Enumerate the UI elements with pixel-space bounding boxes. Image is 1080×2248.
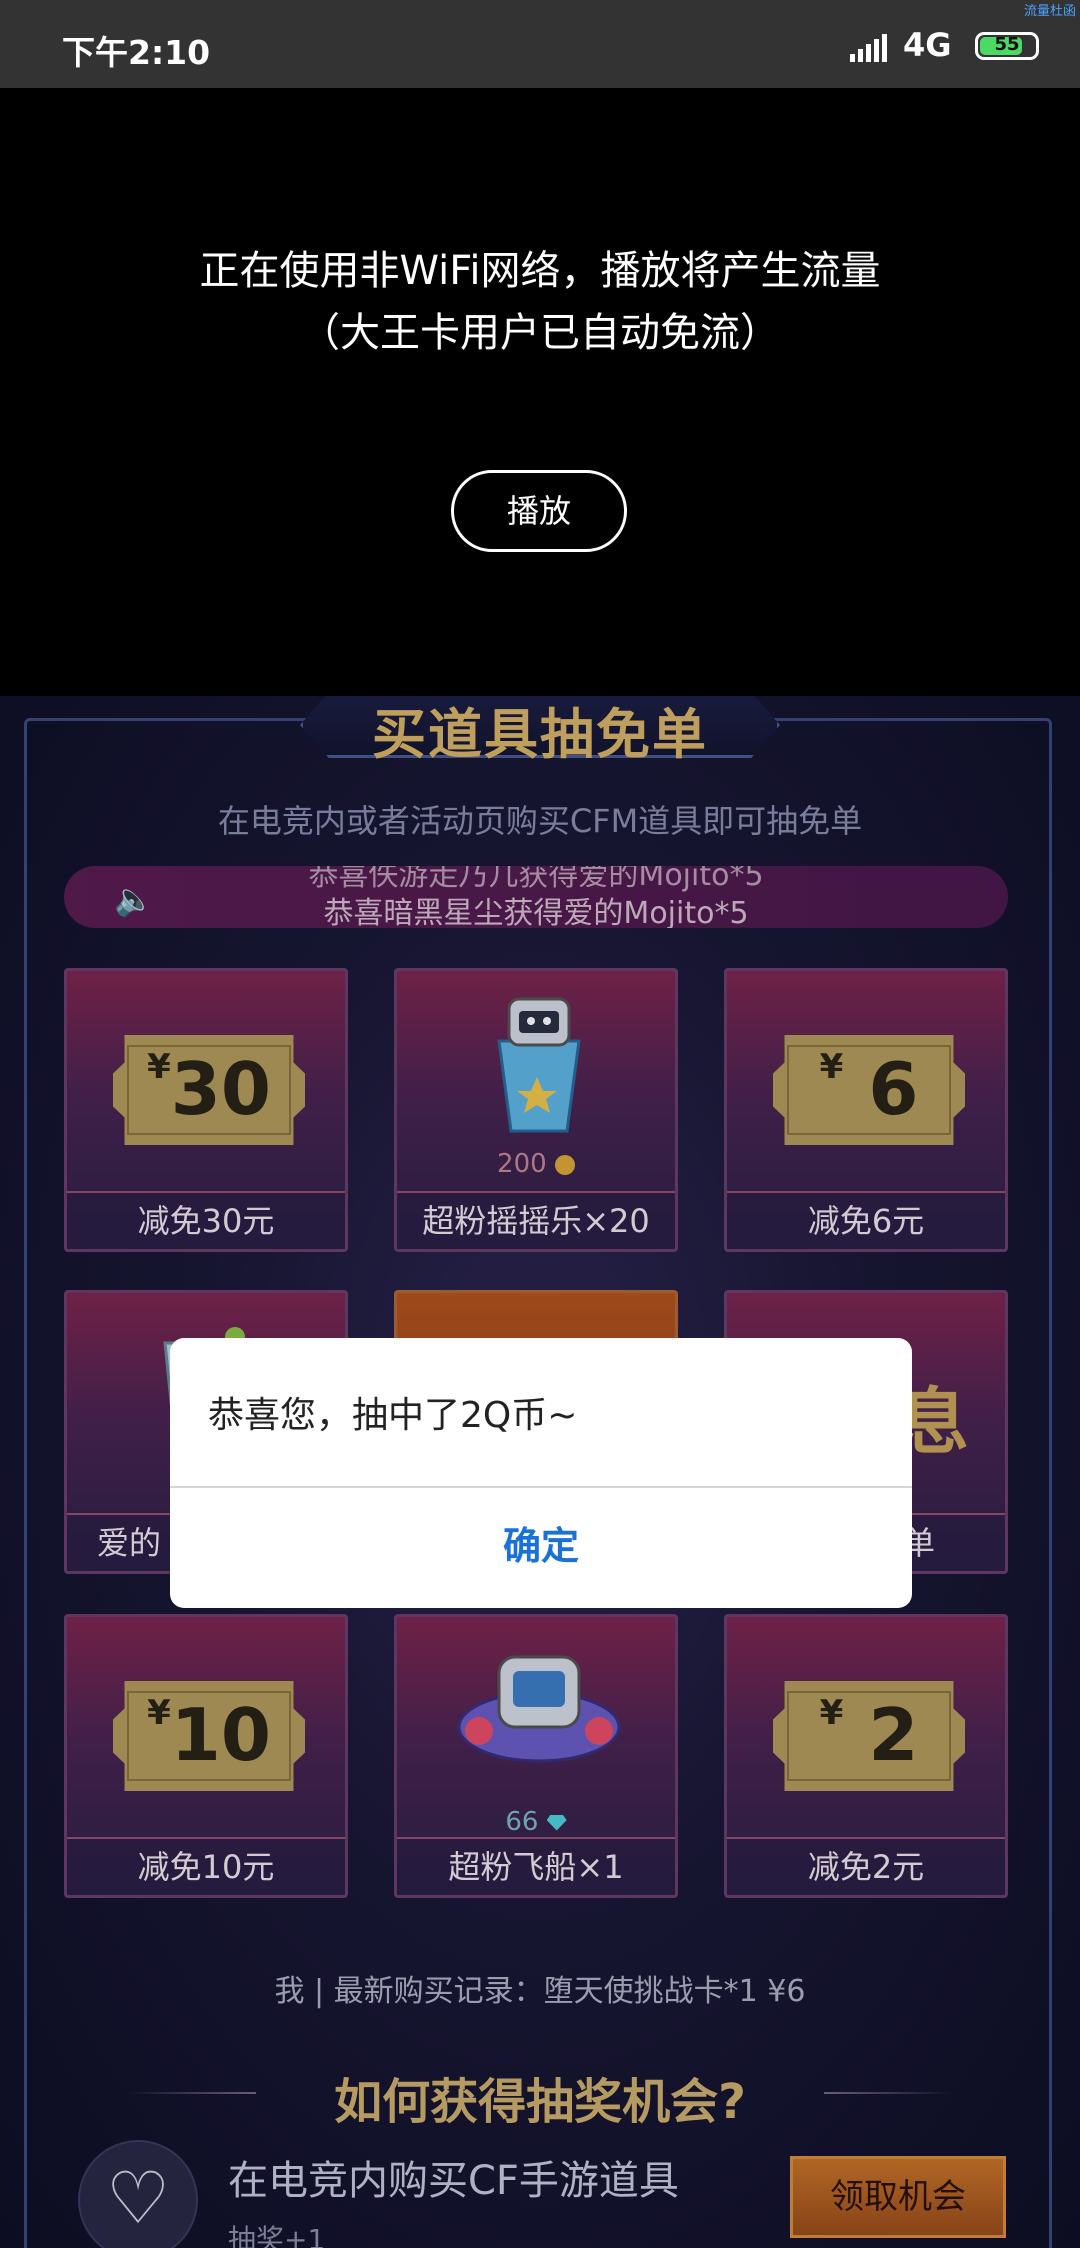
- confirm-button[interactable]: 确定: [170, 1488, 912, 1608]
- play-button[interactable]: 播放: [451, 470, 627, 552]
- status-bar: 下午2:10 4G 55 流量杜函: [0, 0, 1080, 88]
- network-type: 4G: [903, 26, 952, 64]
- battery-level: 55: [994, 34, 1020, 55]
- video-player: 正在使用非WiFi网络，播放将产生流量 （大王卡用户已自动免流） 播放: [0, 88, 1080, 696]
- network-notice-line1: 正在使用非WiFi网络，播放将产生流量: [199, 248, 881, 294]
- status-time: 下午2:10: [62, 33, 211, 72]
- battery-icon: 55: [975, 32, 1039, 60]
- signal-icon: [850, 34, 887, 62]
- prize-dialog: 恭喜您，抽中了2Q币~ 确定: [170, 1338, 912, 1608]
- corner-label: 流量杜函: [1023, 4, 1076, 19]
- network-notice-line2: （大王卡用户已自动免流）: [300, 310, 780, 356]
- dialog-message: 恭喜您，抽中了2Q币~: [208, 1395, 578, 1436]
